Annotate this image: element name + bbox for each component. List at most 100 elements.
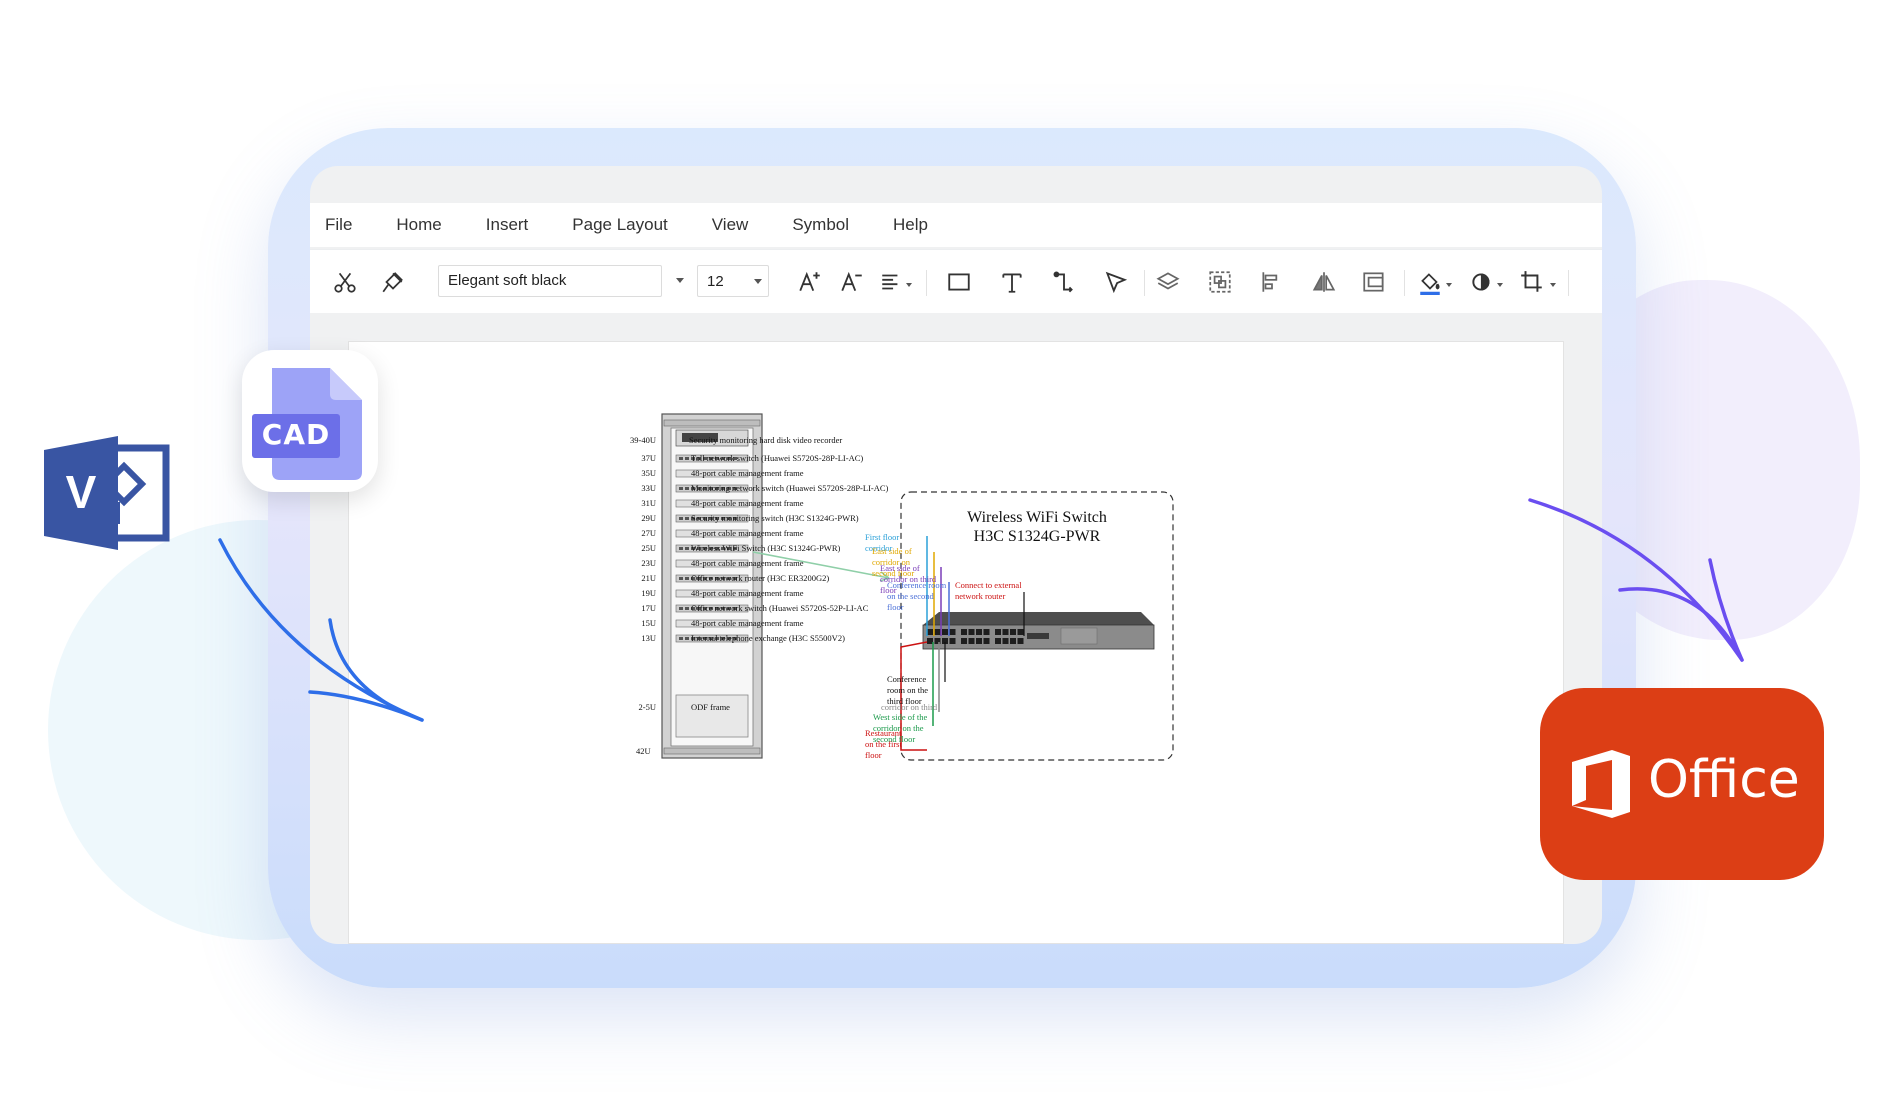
cad-label: CAD [261, 418, 331, 451]
switch-port [1017, 638, 1024, 644]
detail-title-line1: Wireless WiFi Switch [967, 509, 1107, 526]
connector-icon[interactable] [1042, 260, 1086, 304]
menu-bar: File Home Insert Page Layout View Symbol… [310, 203, 1602, 247]
rack-unit-label: 13U [641, 633, 656, 643]
arrow-right-icon [1528, 498, 1744, 662]
switch-port [927, 629, 933, 635]
rack-unit-label: 39-40U [630, 435, 656, 445]
toolbar-divider [926, 270, 927, 296]
menu-home[interactable]: Home [396, 215, 441, 235]
rack-unit-label: 15U [641, 618, 656, 628]
font-size-dropdown-icon[interactable] [754, 279, 762, 284]
switch-port [983, 629, 990, 635]
rack-unit-description: ODF frame [691, 702, 730, 712]
rack-unit-label: 2-5U [638, 702, 656, 712]
font-family-dropdown-icon[interactable] [676, 278, 684, 283]
arrow-left-icon [218, 538, 424, 722]
detail-title-line2: H3C S1324G-PWR [973, 528, 1101, 545]
switch-port [934, 629, 941, 635]
menu-insert[interactable]: Insert [486, 215, 529, 235]
font-decrease-icon[interactable] [830, 260, 874, 304]
shape-style-icon[interactable] [1460, 260, 1504, 304]
office-card: Office [1540, 688, 1824, 880]
format-painter-icon[interactable] [371, 260, 415, 304]
align-left-icon[interactable] [1250, 260, 1294, 304]
menu-symbol[interactable]: Symbol [792, 215, 849, 235]
align-icon[interactable] [870, 260, 914, 304]
annotation-restaurant-first: Restaurant on the first floor [865, 728, 902, 760]
rack-unit-label: 35U [641, 468, 656, 478]
rack-device-port [685, 547, 689, 550]
switch-port [1010, 638, 1016, 644]
rack-unit-label: 29U [641, 513, 656, 523]
fill-color-dropdown-icon[interactable] [1446, 283, 1452, 287]
cad-file-card: CAD [242, 350, 378, 492]
rack-device-port [679, 487, 683, 490]
switch-port [1017, 629, 1024, 635]
rack-unit-label: 37U [641, 453, 656, 463]
rack-device-port [679, 637, 683, 640]
switch-port [995, 638, 1001, 644]
visio-letter: V [66, 466, 97, 518]
switch-port [1002, 638, 1009, 644]
rack-unit-description: Office network router (H3C ER3200G2) [691, 573, 830, 583]
switch-port [995, 629, 1001, 635]
layers-icon[interactable] [1146, 260, 1190, 304]
rack-device-port [679, 457, 683, 460]
flip-icon[interactable] [1302, 260, 1346, 304]
menu-page-layout[interactable]: Page Layout [572, 215, 667, 235]
group-icon[interactable] [1198, 260, 1242, 304]
scissors-icon[interactable] [323, 260, 367, 304]
rectangle-icon[interactable] [937, 260, 981, 304]
font-family-select[interactable]: Elegant soft black [438, 265, 662, 297]
rack-device-port [685, 457, 689, 460]
toolbar: Elegant soft black 12 [310, 249, 1602, 313]
menu-view[interactable]: View [712, 215, 749, 235]
switch-port [942, 629, 948, 635]
font-increase-icon[interactable] [788, 260, 832, 304]
diagram-page[interactable]: 39-40U Security monitoring hard disk vide… [348, 341, 1564, 944]
app-window: File Home Insert Page Layout View Symbol… [310, 166, 1602, 944]
rack-unit-description: Monitoring network switch (Huawei S5720S… [691, 483, 889, 493]
rack-device-port [685, 577, 689, 580]
switch-port [968, 638, 975, 644]
rack-device-port [679, 547, 683, 550]
rack-device-port [679, 607, 683, 610]
crop-dropdown-icon[interactable] [1550, 283, 1556, 287]
visio-icon: V [44, 436, 170, 550]
rack-unit-description: 48-port cable management frame [691, 528, 804, 538]
text-icon[interactable] [990, 260, 1034, 304]
switch-port [968, 629, 975, 635]
rack-unit-description: Wireless WiFi Switch (H3C S1324G-PWR) [691, 543, 841, 553]
switch-port [961, 629, 967, 635]
fill-color-icon[interactable] [1408, 260, 1452, 304]
rack-unit-description: 48-port cable management frame [691, 498, 804, 508]
rack-unit-label: 23U [641, 558, 656, 568]
rack-unit-label: 33U [641, 483, 656, 493]
rack-cabinet-drawing[interactable] [349, 342, 1565, 944]
align-dropdown-icon[interactable] [906, 283, 912, 287]
shape-style-dropdown-icon[interactable] [1497, 283, 1503, 287]
rack-unit-description: Security monitoring switch (H3C S1324G-P… [691, 513, 859, 523]
rack-device-port [685, 517, 689, 520]
rack-unit-description: Security monitoring hard disk video reco… [689, 435, 843, 445]
rack-unit-label: 17U [641, 603, 656, 613]
rack-device-port [685, 637, 689, 640]
toolbar-divider [1568, 270, 1569, 296]
detail-title: Wireless WiFi Switch H3C S1324G-PWR [907, 508, 1167, 546]
rack-unit-label: 27U [641, 528, 656, 538]
rack-device-port [685, 487, 689, 490]
menu-file[interactable]: File [325, 215, 352, 235]
rack-device-port [685, 607, 689, 610]
rack-unit-label: 19U [641, 588, 656, 598]
rack-unit-description: Internal telephone exchange (H3C S5500V2… [691, 633, 845, 643]
frame-icon[interactable] [1352, 260, 1396, 304]
menu-help[interactable]: Help [893, 215, 928, 235]
toolbar-divider [1404, 270, 1405, 296]
switch-port [976, 638, 982, 644]
rack-device-port [679, 517, 683, 520]
crop-icon[interactable] [1510, 260, 1554, 304]
annotation-conference-second: Conference room on the second floor [887, 580, 947, 612]
select-pointer-icon[interactable] [1094, 260, 1138, 304]
rack-unit-label: 21U [641, 573, 656, 583]
